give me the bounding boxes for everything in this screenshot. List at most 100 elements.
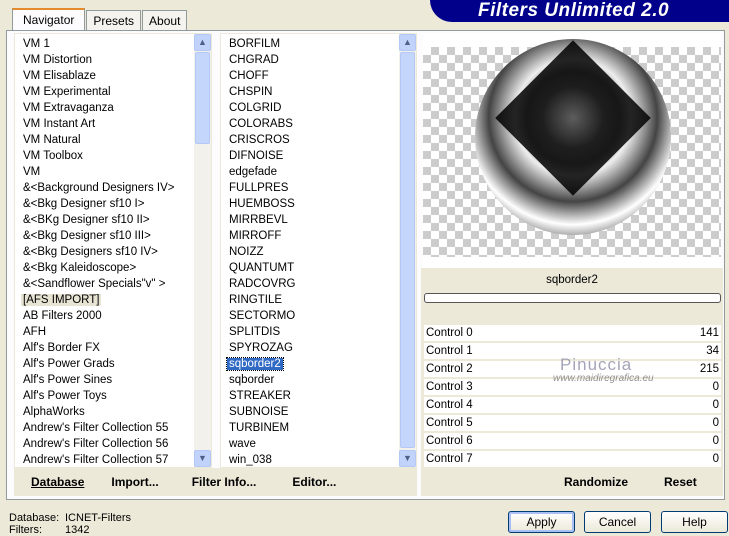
list-item[interactable]: [AFS IMPORT] — [15, 292, 194, 308]
list-item[interactable]: Alf's Border FX — [15, 340, 194, 356]
filter-list[interactable]: BORFILM CHGRAD CHOFF CHSPIN COLGRID COLORABS C… — [220, 33, 417, 468]
list-item[interactable]: FULLPRES — [221, 180, 399, 196]
list-item[interactable]: &<BKg Designer sf10 II> — [15, 212, 194, 228]
list-item[interactable]: VM Elisablaze — [15, 68, 194, 84]
tab-navigator[interactable]: Navigator — [12, 8, 86, 30]
cancel-button[interactable]: Cancel — [584, 511, 651, 533]
list-item[interactable]: RADCOVRG — [221, 276, 399, 292]
control-slider-row[interactable]: Control 0 141 — [424, 325, 721, 341]
list-item[interactable]: Alf's Power Toys — [15, 388, 194, 404]
list-item[interactable]: CRISCROS — [221, 132, 399, 148]
watermark-name: Pinuccia — [560, 355, 633, 374]
list-item[interactable]: VM Experimental — [15, 84, 194, 100]
list-item[interactable]: sqborder — [221, 372, 399, 388]
list-item[interactable]: AFH — [15, 324, 194, 340]
list-item[interactable]: STREAKER — [221, 388, 399, 404]
list-item[interactable]: COLORABS — [221, 116, 399, 132]
control-slider-row[interactable]: Control 7 0 — [424, 451, 721, 467]
list-item[interactable]: Andrew's Filter Collection 57 — [15, 452, 194, 468]
scroll-thumb[interactable] — [400, 52, 415, 448]
tab-presets[interactable]: Presets — [86, 10, 142, 30]
watermark-url: www.maidiregrafica.eu — [553, 373, 654, 384]
list-item[interactable]: AlphaWorks — [15, 404, 194, 420]
list-item[interactable]: DIFNOISE — [221, 148, 399, 164]
list-item[interactable]: &<Bkg Designer sf10 I> — [15, 196, 194, 212]
list-item[interactable]: HUEMBOSS — [221, 196, 399, 212]
list-item[interactable]: VM Instant Art — [15, 116, 194, 132]
list-item[interactable]: Andrew's Filter Collection 55 — [15, 420, 194, 436]
category-list[interactable]: VM 1 VM Distortion VM Elisablaze VM Experim… — [14, 33, 212, 468]
editor-button[interactable]: Editor... — [292, 475, 336, 489]
list-item[interactable]: SUBNOISE — [221, 404, 399, 420]
list-item[interactable]: Alf's Power Grads — [15, 356, 194, 372]
filter-rows: BORFILM CHGRAD CHOFF CHSPIN COLGRID COLORABS C… — [221, 36, 399, 468]
tab-about[interactable]: About — [142, 10, 188, 30]
list-item-label: RINGTILE — [229, 294, 283, 306]
apply-button[interactable]: Apply — [508, 511, 575, 533]
list-item[interactable]: &<Sandflower Specials"v" > — [15, 276, 194, 292]
list-item[interactable]: TURBINEM — [221, 420, 399, 436]
list-item[interactable]: CHOFF — [221, 68, 399, 84]
list-item[interactable]: wave — [221, 436, 399, 452]
control-slider-row[interactable]: Control 4 0 — [424, 397, 721, 413]
category-scrollbar[interactable]: ▲ ▼ — [194, 34, 211, 467]
list-item[interactable]: NOIZZ — [221, 244, 399, 260]
control-value: 0 — [712, 453, 719, 465]
progress-bar — [424, 293, 721, 303]
control-slider-row[interactable]: Control 5 0 — [424, 415, 721, 431]
filter-scrollbar[interactable]: ▲ ▼ — [399, 34, 416, 467]
scroll-up-icon[interactable]: ▲ — [194, 34, 211, 51]
list-item[interactable]: &<Background Designers IV> — [15, 180, 194, 196]
list-item[interactable]: Andrew's Filter Collection 56 — [15, 436, 194, 452]
list-item-label: VM Experimental — [23, 86, 111, 98]
list-item[interactable]: CHSPIN — [221, 84, 399, 100]
list-item[interactable]: MIRRBEVL — [221, 212, 399, 228]
list-item[interactable]: COLGRID — [221, 100, 399, 116]
randomize-button[interactable]: Randomize — [564, 475, 628, 489]
list-item-label: QUANTUMT — [229, 262, 295, 274]
list-item[interactable]: sqborder2 — [221, 356, 399, 372]
list-item-label: Andrew's Filter Collection 55 — [23, 422, 169, 434]
control-label: Control 0 — [426, 327, 473, 339]
filters-count-value: 1342 — [65, 524, 90, 536]
list-item-label: edgefade — [229, 166, 277, 178]
controls-button-bar: Randomize Reset — [421, 468, 723, 496]
scroll-down-icon[interactable]: ▼ — [194, 450, 211, 467]
list-item[interactable]: RINGTILE — [221, 292, 399, 308]
list-item[interactable]: &<Bkg Designer sf10 III> — [15, 228, 194, 244]
scroll-down-icon[interactable]: ▼ — [399, 450, 416, 467]
scroll-thumb[interactable] — [195, 52, 210, 144]
list-item[interactable]: &<Bkg Kaleidoscope> — [15, 260, 194, 276]
list-item[interactable]: win_038 — [221, 452, 399, 468]
list-item[interactable]: VM Toolbox — [15, 148, 194, 164]
list-item[interactable]: SPLITDIS — [221, 324, 399, 340]
list-item[interactable]: BORFILM — [221, 36, 399, 52]
list-item[interactable]: edgefade — [221, 164, 399, 180]
tab-bar: Navigator Presets About — [12, 8, 188, 30]
import-button[interactable]: Import... — [111, 475, 158, 489]
list-item[interactable]: Alf's Power Sines — [15, 372, 194, 388]
list-item[interactable]: SPYROZAG — [221, 340, 399, 356]
reset-button[interactable]: Reset — [664, 475, 697, 489]
list-item[interactable]: QUANTUMT — [221, 260, 399, 276]
list-item[interactable]: VM Extravaganza — [15, 100, 194, 116]
list-item[interactable]: VM 1 — [15, 36, 194, 52]
list-item-label: VM Elisablaze — [23, 70, 96, 82]
list-item[interactable]: MIRROFF — [221, 228, 399, 244]
list-item-label: RADCOVRG — [229, 278, 296, 290]
list-item[interactable]: &<Bkg Designers sf10 IV> — [15, 244, 194, 260]
list-item[interactable]: CHGRAD — [221, 52, 399, 68]
control-value: 0 — [712, 417, 719, 429]
list-item[interactable]: AB Filters 2000 — [15, 308, 194, 324]
filter-info-button[interactable]: Filter Info... — [192, 475, 257, 489]
list-item[interactable]: SECTORMO — [221, 308, 399, 324]
app-title-banner: Filters Unlimited 2.0 — [430, 0, 729, 22]
scroll-up-icon[interactable]: ▲ — [399, 34, 416, 51]
control-label: Control 2 — [426, 363, 473, 375]
database-button[interactable]: Database — [31, 475, 84, 489]
help-button[interactable]: Help — [661, 511, 728, 533]
list-item[interactable]: VM — [15, 164, 194, 180]
control-slider-row[interactable]: Control 6 0 — [424, 433, 721, 449]
list-item[interactable]: VM Natural — [15, 132, 194, 148]
list-item[interactable]: VM Distortion — [15, 52, 194, 68]
